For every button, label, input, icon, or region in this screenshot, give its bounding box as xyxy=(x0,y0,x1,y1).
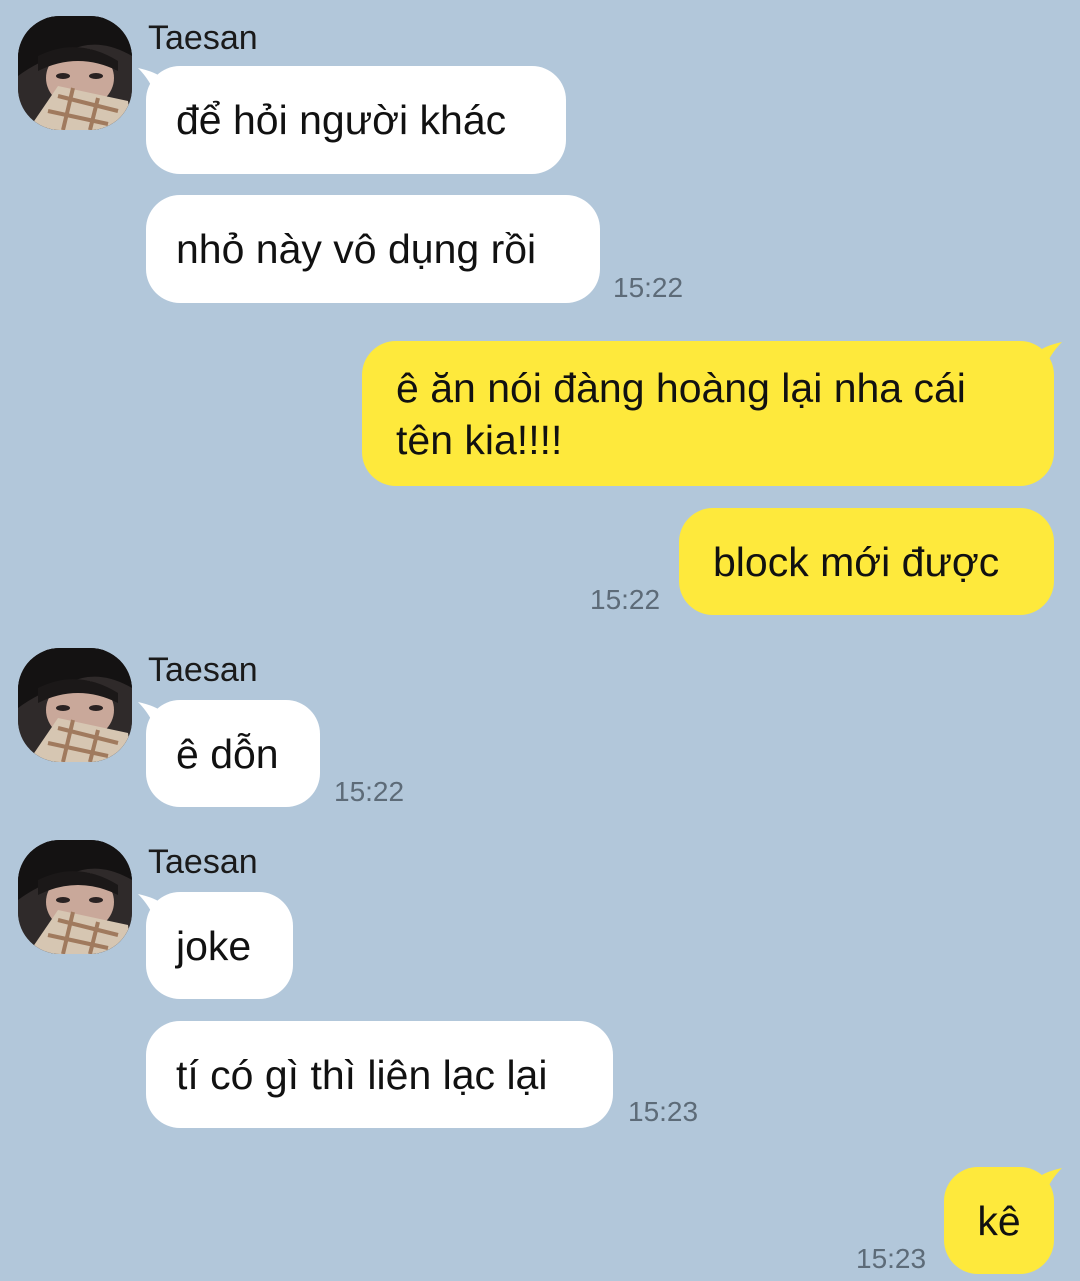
chat-view: Taesan để hỏi người khác nhỏ này vô dụng… xyxy=(0,0,1080,1281)
sender-name: Taesan xyxy=(148,19,258,57)
message-bubble[interactable]: ê dỗn xyxy=(146,700,320,807)
message-bubble[interactable]: block mới được xyxy=(679,508,1054,615)
message-time: 15:23 xyxy=(856,1243,927,1274)
profile-photo-icon xyxy=(18,840,132,954)
message-text: joke xyxy=(176,922,252,969)
message-bubble[interactable]: ê ăn nói đàng hoàng lại nha cái tên kia!… xyxy=(362,341,1054,486)
message-text: kê xyxy=(977,1197,1021,1244)
message-text: ê ăn nói đàng hoàng lại nha cái tên kia!… xyxy=(396,364,966,463)
profile-photo-icon xyxy=(18,16,132,130)
message-text: tí có gì thì liên lạc lại xyxy=(176,1051,548,1098)
sender-name: Taesan xyxy=(148,651,258,689)
message-bubble[interactable]: nhỏ này vô dụng rồi xyxy=(146,195,600,303)
message-bubble[interactable]: kê xyxy=(944,1167,1054,1274)
avatar[interactable] xyxy=(18,16,132,130)
message-text: để hỏi người khác xyxy=(176,97,507,143)
avatar[interactable] xyxy=(18,840,132,954)
message-bubble[interactable]: joke xyxy=(146,892,293,999)
message-text: block mới được xyxy=(713,538,1000,585)
message-time: 15:23 xyxy=(628,1096,699,1127)
avatar[interactable] xyxy=(18,648,132,762)
message-time: 15:22 xyxy=(613,272,684,303)
message-bubble[interactable]: tí có gì thì liên lạc lại xyxy=(146,1021,613,1128)
message-text: nhỏ này vô dụng rồi xyxy=(176,226,537,272)
message-time: 15:22 xyxy=(334,776,405,807)
profile-photo-icon xyxy=(18,648,132,762)
message-bubble[interactable]: để hỏi người khác xyxy=(146,66,566,174)
message-text: ê dỗn xyxy=(176,730,279,777)
sender-name: Taesan xyxy=(148,843,258,881)
message-time: 15:22 xyxy=(590,584,661,615)
